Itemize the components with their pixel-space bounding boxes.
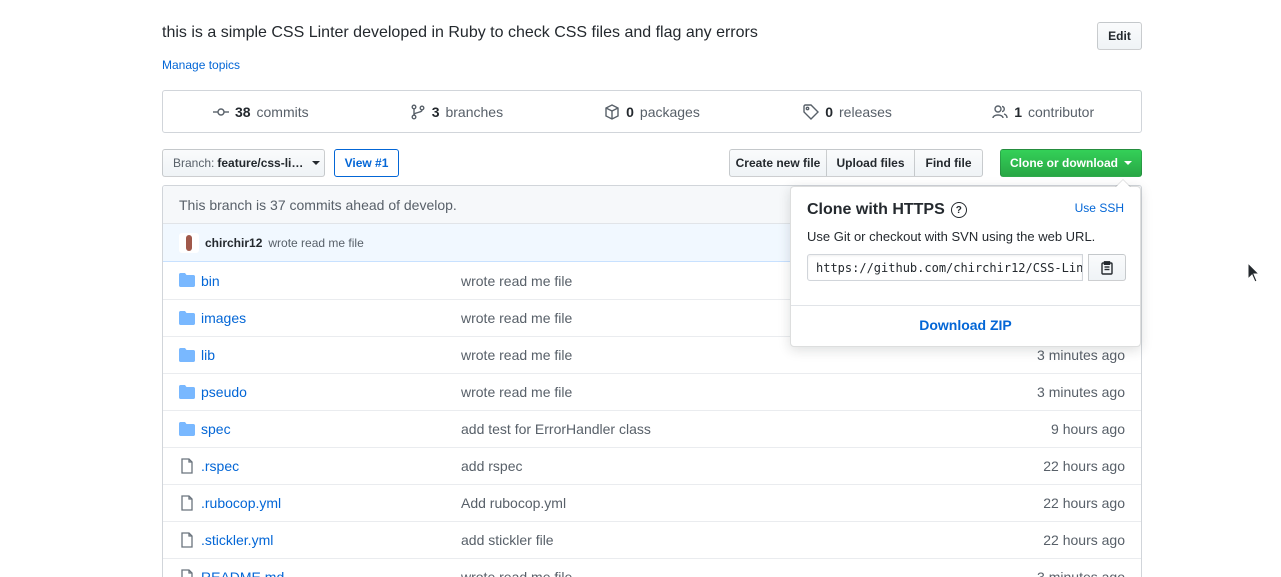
- file-icon: [181, 495, 193, 511]
- question-icon[interactable]: ?: [950, 202, 967, 218]
- file-row[interactable]: README.md wrote read me file 3 minutes ago: [163, 558, 1141, 577]
- file-name[interactable]: lib: [201, 347, 215, 363]
- repo-description: this is a simple CSS Linter developed in…: [162, 24, 758, 41]
- create-new-file-button[interactable]: Create new file: [729, 149, 827, 177]
- edit-button[interactable]: Edit: [1097, 22, 1142, 50]
- file-row[interactable]: pseudo wrote read me file 3 minutes ago: [163, 373, 1141, 410]
- repo-summary: 38 commits 3 branches 0 packages 0 relea…: [162, 90, 1142, 133]
- file-actions-group: Create new file Upload files Find file: [729, 149, 983, 177]
- folder-icon: [179, 385, 195, 399]
- file-age: 3 minutes ago: [1037, 384, 1125, 400]
- clone-or-download-button[interactable]: Clone or download: [1000, 149, 1142, 177]
- commit-icon: [212, 107, 229, 116]
- contributors-link[interactable]: 1 contributor: [945, 104, 1141, 120]
- packages-link[interactable]: 0 packages: [554, 104, 750, 120]
- folder-icon: [179, 422, 195, 436]
- commits-link[interactable]: 38 commits: [163, 104, 359, 120]
- commit-message[interactable]: wrote read me file: [268, 236, 363, 250]
- file-name[interactable]: spec: [201, 421, 231, 437]
- contributors-label: contributor: [1027, 103, 1095, 120]
- file-icon: [181, 532, 193, 548]
- copy-url-button[interactable]: [1088, 254, 1126, 281]
- file-name[interactable]: bin: [201, 273, 220, 289]
- people-icon: [992, 104, 1008, 118]
- file-name[interactable]: README.md: [201, 569, 284, 577]
- file-name[interactable]: .rspec: [201, 458, 239, 474]
- file-name[interactable]: .rubocop.yml: [201, 495, 281, 511]
- file-age: 3 minutes ago: [1037, 347, 1125, 363]
- file-name[interactable]: .stickler.yml: [201, 532, 273, 548]
- folder-icon: [179, 348, 195, 362]
- upload-files-button[interactable]: Upload files: [826, 149, 915, 177]
- commits-count: 38: [234, 103, 251, 120]
- releases-count: 0: [825, 103, 834, 120]
- file-age: 22 hours ago: [1043, 495, 1125, 511]
- file-commit-message[interactable]: add rspec: [461, 458, 522, 474]
- file-commit-message[interactable]: wrote read me file: [461, 347, 572, 363]
- view-pull-request-button[interactable]: View #1: [334, 149, 399, 177]
- branch-prefix: Branch:: [173, 156, 215, 170]
- releases-link[interactable]: 0 releases: [750, 104, 946, 120]
- commits-label: commits: [256, 103, 309, 120]
- commit-author[interactable]: chirchir12: [205, 236, 262, 250]
- folder-icon: [179, 273, 195, 287]
- popover-divider: [791, 305, 1140, 306]
- file-icon: [181, 569, 193, 577]
- file-commit-message[interactable]: wrote read me file: [461, 384, 572, 400]
- file-row[interactable]: .rspec add rspec 22 hours ago: [163, 447, 1141, 484]
- releases-label: releases: [839, 103, 892, 120]
- clone-description: Use Git or checkout with SVN using the w…: [807, 229, 1096, 244]
- folder-icon: [179, 311, 195, 325]
- file-age: 3 minutes ago: [1037, 569, 1125, 577]
- chevron-down-icon: [1124, 161, 1132, 165]
- file-row[interactable]: .rubocop.yml Add rubocop.yml 22 hours ago: [163, 484, 1141, 521]
- file-name[interactable]: images: [201, 310, 246, 326]
- file-age: 22 hours ago: [1043, 458, 1125, 474]
- file-commit-message[interactable]: Add rubocop.yml: [461, 495, 566, 511]
- file-commit-message[interactable]: wrote read me file: [461, 273, 572, 289]
- file-commit-message[interactable]: wrote read me file: [461, 569, 572, 577]
- file-name[interactable]: pseudo: [201, 384, 247, 400]
- clone-title-text: Clone with HTTPS: [807, 201, 945, 218]
- file-icon: [181, 458, 193, 474]
- tag-icon: [803, 103, 820, 120]
- branches-count: 3: [431, 103, 440, 120]
- file-commit-message[interactable]: wrote read me file: [461, 310, 572, 326]
- file-age: 22 hours ago: [1043, 532, 1125, 548]
- clone-url-input[interactable]: https://github.com/chirchir12/CSS-Linter…: [807, 254, 1083, 281]
- file-age: 9 hours ago: [1051, 421, 1125, 437]
- packages-count: 0: [626, 103, 634, 120]
- branch-name: feature/css-li…: [217, 156, 304, 170]
- packages-label: packages: [639, 103, 700, 120]
- package-icon: [605, 103, 619, 120]
- manage-topics-link[interactable]: Manage topics: [162, 58, 240, 72]
- clone-or-download-label: Clone or download: [1010, 156, 1118, 170]
- clipboard-icon: [1101, 260, 1113, 275]
- clone-popover: Clone with HTTPS ? Use SSH Use Git or ch…: [790, 179, 1141, 347]
- file-row[interactable]: spec add test for ErrorHandler class 9 hou…: [163, 410, 1141, 447]
- file-row[interactable]: .stickler.yml add stickler file 22 hours a…: [163, 521, 1141, 558]
- branch-icon: [411, 104, 425, 119]
- chevron-down-icon: [312, 161, 321, 165]
- branches-link[interactable]: 3 branches: [359, 104, 555, 120]
- use-ssh-link[interactable]: Use SSH: [1075, 201, 1124, 215]
- mouse-cursor-icon: [1247, 262, 1261, 283]
- clone-title: Clone with HTTPS ?: [807, 201, 967, 219]
- contributors-count: 1: [1014, 103, 1022, 120]
- file-commit-message[interactable]: add stickler file: [461, 532, 554, 548]
- branches-label: branches: [445, 103, 504, 120]
- file-commit-message[interactable]: add test for ErrorHandler class: [461, 421, 651, 437]
- avatar[interactable]: [179, 232, 199, 253]
- branch-select[interactable]: Branch: feature/css-li…: [162, 149, 325, 177]
- download-zip-link[interactable]: Download ZIP: [791, 317, 1140, 333]
- find-file-button[interactable]: Find file: [914, 149, 983, 177]
